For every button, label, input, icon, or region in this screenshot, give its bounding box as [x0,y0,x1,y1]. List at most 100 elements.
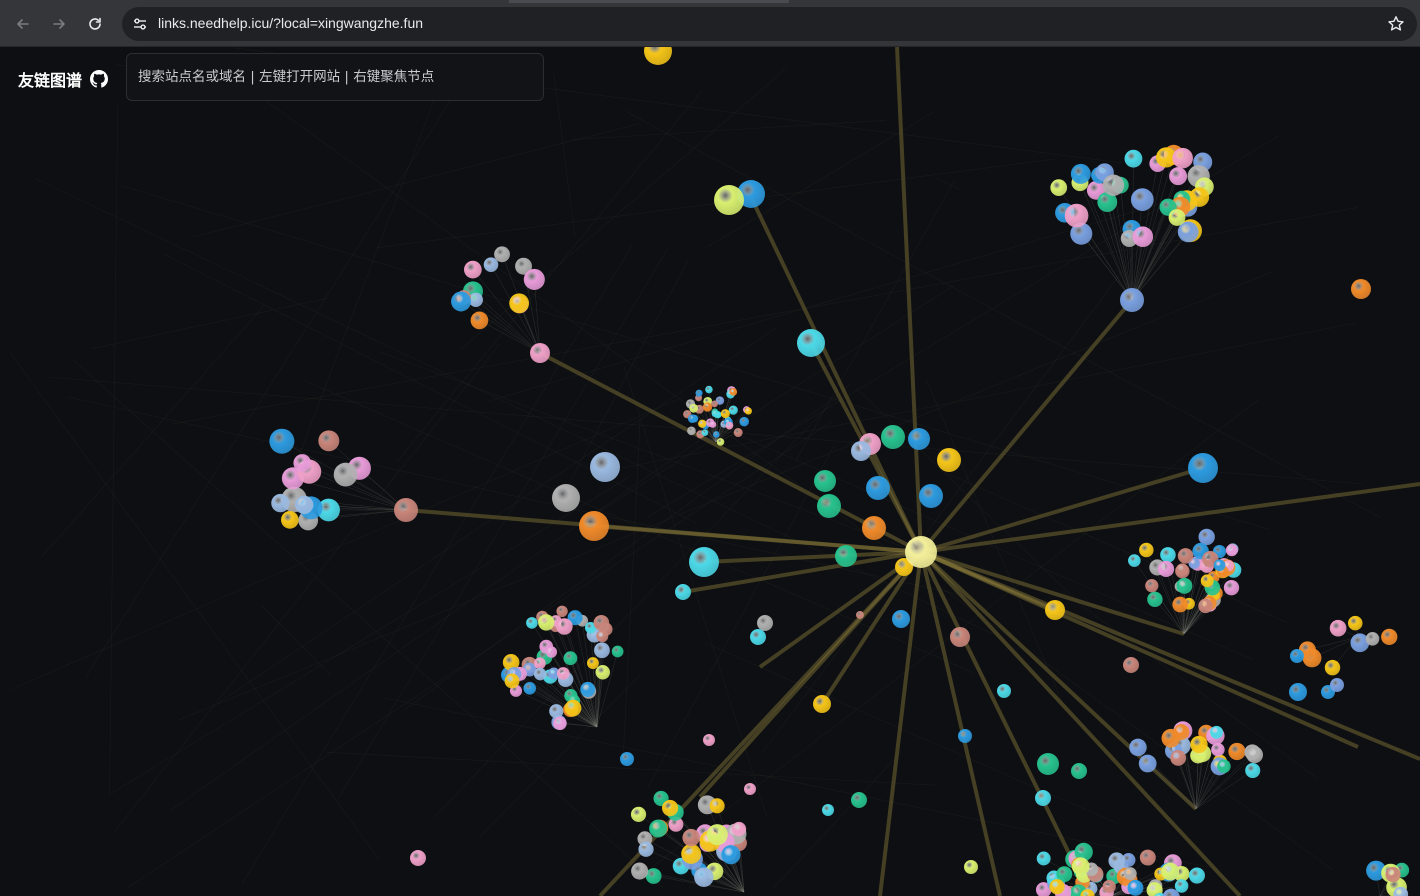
graph-node[interactable] [1161,728,1181,748]
graph-node[interactable] [866,476,890,500]
graph-node[interactable] [701,429,709,436]
graph-node[interactable] [1123,867,1137,881]
graph-node[interactable] [661,799,679,817]
graph-node[interactable] [739,416,749,427]
graph-node[interactable] [596,630,609,643]
back-button[interactable] [11,12,35,36]
graph-node[interactable] [1138,754,1157,773]
graph-node[interactable] [504,673,520,689]
graph-node[interactable] [703,734,715,746]
graph-node[interactable] [580,681,596,697]
graph-node[interactable] [1385,866,1401,883]
graph-node[interactable] [271,493,290,513]
graph-node[interactable] [706,824,728,846]
graph-node[interactable] [997,684,1011,698]
graph-node[interactable] [950,627,970,647]
graph-node[interactable] [731,821,747,837]
graph-node[interactable] [1139,849,1156,866]
graph-node[interactable] [1170,750,1187,766]
graph-node[interactable] [709,421,717,428]
graph-node[interactable] [1365,632,1380,646]
graph-node[interactable] [1049,879,1065,895]
graph-node[interactable] [533,667,547,681]
graph-node[interactable] [1035,790,1051,806]
graph-node[interactable] [1120,288,1144,312]
graph-node[interactable] [682,828,700,847]
graph-node[interactable] [725,421,734,430]
graph-node[interactable] [1070,163,1091,184]
graph-node[interactable] [630,806,647,822]
graph-node[interactable] [744,407,753,415]
graph-node[interactable] [1198,528,1215,546]
graph-node[interactable] [318,430,340,452]
graph-node[interactable] [553,716,567,731]
graph-node[interactable] [611,645,624,658]
graph-node[interactable] [1330,678,1344,692]
graph-node[interactable] [1211,742,1225,757]
graph-node[interactable] [545,646,558,658]
graph-node[interactable] [702,402,713,412]
graph-node[interactable] [919,484,943,508]
graph-node[interactable] [1161,862,1180,881]
graph-node[interactable] [862,516,886,540]
forward-button[interactable] [47,12,71,36]
graph-node[interactable] [644,47,672,65]
graph-node[interactable] [649,819,668,838]
search-input[interactable] [126,53,544,101]
graph-node[interactable] [1045,600,1065,620]
graph-node[interactable] [523,681,537,695]
graph-node[interactable] [1290,649,1304,663]
graph-node[interactable] [1127,879,1144,896]
graph-node[interactable] [1123,657,1139,673]
graph-node[interactable] [733,428,743,438]
graph-node[interactable] [1177,548,1194,564]
graph-node[interactable] [1289,683,1307,701]
graph-node[interactable] [1102,174,1125,196]
graph-node[interactable] [593,614,610,631]
graph-node[interactable] [1188,867,1205,884]
graph-node[interactable] [1157,560,1175,578]
graph-node[interactable] [1071,763,1087,779]
graph-node[interactable] [689,547,719,577]
graph-node[interactable] [1200,574,1214,588]
graph-node[interactable] [728,405,738,415]
graph-node[interactable] [294,495,314,515]
graph-node[interactable] [908,428,930,450]
graph-node[interactable] [1228,742,1246,761]
graph-node[interactable] [470,311,489,330]
graph-node[interactable] [293,454,312,472]
graph-node[interactable] [813,695,831,713]
graph-node[interactable] [1064,203,1089,228]
graph-node[interactable] [1245,762,1261,779]
graph-node[interactable] [620,752,634,766]
graph-node[interactable] [1050,179,1068,196]
graph-node[interactable] [712,431,720,438]
graph-node[interactable] [964,860,978,874]
graph-node[interactable] [856,611,864,619]
graph-node[interactable] [1132,226,1154,247]
graph-node[interactable] [564,699,582,717]
graph-node[interactable] [410,850,426,866]
graph-node[interactable] [711,400,718,408]
graph-node[interactable] [1217,759,1231,774]
graph-node[interactable] [280,510,299,529]
graph-node[interactable] [905,536,937,568]
graph-node[interactable] [451,291,471,312]
graph-node[interactable] [552,484,580,512]
graph-node[interactable] [483,257,499,272]
graph-node[interactable] [958,729,972,743]
graph-node[interactable] [695,389,703,397]
graph-node[interactable] [556,618,573,635]
graph-node[interactable] [851,792,867,808]
graph-node[interactable] [694,867,714,887]
graph-node[interactable] [549,704,564,719]
graph-node[interactable] [526,617,538,629]
graph-node[interactable] [1210,725,1224,739]
graph-node[interactable] [1190,735,1208,754]
graph-node[interactable] [1329,619,1347,637]
graph-node[interactable] [687,414,697,423]
graph-node[interactable] [538,614,555,631]
graph-node[interactable] [1130,188,1154,211]
graph-node[interactable] [1246,746,1264,764]
graph-node[interactable] [534,657,546,670]
